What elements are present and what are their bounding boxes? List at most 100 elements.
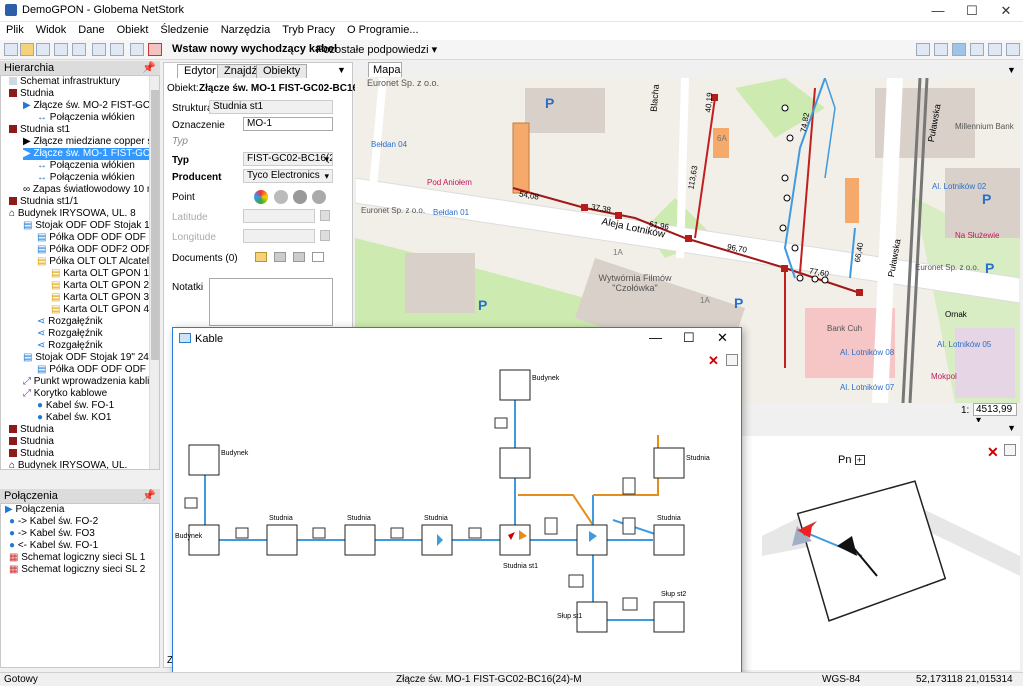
longitude-field[interactable] (243, 229, 315, 243)
locate-icon[interactable] (293, 190, 307, 204)
view1-icon[interactable] (916, 43, 930, 56)
tree-item-kabel-ko1[interactable]: ● Kabel św. KO1 (37, 412, 111, 424)
tree-item-rozgaleznik3[interactable]: ⋖ Rozgałęźnik (37, 340, 103, 352)
lower-view-dropdown-icon[interactable]: ▼ (1007, 423, 1016, 433)
poi-lotnikow-05[interactable]: Al. Lotników 05 (937, 340, 991, 349)
poi-beldan-01[interactable]: Bełdan 01 (433, 208, 469, 217)
menu-widok[interactable]: Widok (30, 22, 73, 38)
map-point-icon[interactable] (312, 190, 326, 204)
new-icon[interactable] (4, 43, 18, 56)
tree-item-polka3[interactable]: ▤ Półka ODF ODF ODF D (37, 364, 156, 376)
menu-sledzenie[interactable]: Śledzenie (154, 22, 214, 38)
doc-add-icon[interactable] (312, 252, 324, 262)
lower-preview-icon[interactable] (1004, 444, 1016, 456)
poi-lotnikow-07[interactable]: Al. Lotników 07 (840, 383, 894, 392)
poi-beldan-04[interactable]: Bełdan 04 (371, 140, 407, 149)
tree-item-karta1[interactable]: ▤ Karta OLT GPON 1 (51, 268, 149, 280)
view3-icon[interactable] (952, 43, 966, 56)
tree-item-karta4[interactable]: ▤ Karta OLT GPON 4 (51, 304, 149, 316)
insert-cable-button[interactable]: Wstaw nowy wychodzący kabel (172, 43, 337, 55)
tabs-dropdown-icon[interactable]: ▼ (337, 65, 346, 75)
poi-wytwornia[interactable]: Wytwórnia Filmów "Czołówka" (595, 273, 675, 293)
map-tabs-dropdown-icon[interactable]: ▼ (1007, 65, 1016, 75)
struktura-field[interactable]: Studnia st1 (209, 100, 333, 114)
kable-minimize-button[interactable]: — (649, 330, 662, 345)
tree-item-polka1[interactable]: ▤ Półka ODF ODF ODF D (37, 232, 156, 244)
tree-item-polaczenia-3[interactable]: ↔ Połączenia włókien (37, 172, 135, 184)
poi-lotnikow-02[interactable]: Al. Lotników 02 (932, 182, 986, 191)
poi-euronet-1[interactable]: Euronet Sp. z o.o. (367, 78, 439, 88)
doc-camera-icon[interactable] (293, 252, 305, 262)
tree-item-polaczenia[interactable]: ↔ Połączenia włókien (37, 112, 135, 124)
tab-edytor[interactable]: Edytor (177, 64, 223, 78)
kable-maximize-button[interactable]: ☐ (683, 330, 695, 346)
poi-lotnikow-08[interactable]: Al. Lotników 08 (840, 348, 894, 357)
conn-item-fo3[interactable]: ● -> Kabel św. FO3 (9, 528, 95, 540)
lower-close-icon[interactable]: ✕ (987, 444, 999, 461)
save-icon[interactable] (36, 43, 50, 56)
latitude-field[interactable] (243, 209, 315, 223)
print-icon[interactable] (110, 43, 124, 56)
tree-item-zlacze-mo2[interactable]: ▶ Złącze św. MO-2 FIST-GC0 (23, 100, 156, 112)
tree-item-stojak[interactable]: ▤ Stojak ODF ODF Stojak 19" (23, 220, 159, 232)
tree-item-zapas[interactable]: ∞ Zapas światłowodowy 10 m (23, 184, 155, 196)
tree-item-rozgaleznik1[interactable]: ⋖ Rozgałęźnik (37, 316, 103, 328)
hierarchy-scrollbar[interactable] (149, 76, 159, 469)
kable-close-button[interactable]: ✕ (717, 330, 728, 346)
poi-bank-cuh[interactable]: Bank Cuh (827, 324, 862, 333)
tree-item-studnia-b[interactable]: Studnia (9, 436, 54, 448)
tree-item-rozgaleznik2[interactable]: ⋖ Rozgałęźnik (37, 328, 103, 340)
hints-dropdown[interactable]: Pozostałe podpowiedzi ▾ (316, 43, 437, 56)
conn-item-fo1[interactable]: ● <- Kabel św. FO-1 (9, 540, 98, 552)
tree-item-polka-olt[interactable]: ▤ Półka OLT OLT Alcatel (37, 256, 149, 268)
conn-item-root[interactable]: ▶ Połączenia (5, 504, 64, 516)
copy-icon[interactable] (92, 43, 106, 56)
tab-obiekty[interactable]: Obiekty (256, 64, 308, 78)
tree-item-polka2[interactable]: ▤ Półka ODF ODF2 ODF (37, 244, 151, 256)
tree-item-studnia[interactable]: Studnia (9, 88, 54, 100)
conn-item-sl2[interactable]: ▦ Schemat logiczny sieci SL 2 (9, 564, 145, 576)
tree-item-zlacze-mo1[interactable]: ▶ Złącze św. MO-1 FIST-GC0 (23, 148, 159, 160)
tree-item-studnia-st1[interactable]: Studnia st1 (9, 124, 70, 136)
tree-item-studnia-c[interactable]: Studnia (9, 448, 54, 460)
menu-plik[interactable]: Plik (0, 22, 30, 38)
poi-pod-aniolem[interactable]: Pod Aniołem (427, 178, 472, 187)
poi-euronet-3[interactable]: Euronet Sp. z o.o. (915, 263, 979, 272)
open-icon[interactable] (20, 43, 34, 56)
minimize-button[interactable]: — (921, 0, 955, 22)
view4-icon[interactable] (970, 43, 984, 56)
menu-dane[interactable]: Dane (72, 22, 110, 38)
scale-select[interactable]: 4513,99 ▾ (973, 403, 1017, 426)
doc-open-icon[interactable] (255, 252, 267, 262)
view5-icon[interactable] (988, 43, 1002, 56)
tab-mapa[interactable]: Mapa (368, 62, 402, 77)
close-button[interactable]: ✕ (989, 0, 1023, 22)
poi-euronet-2[interactable]: Euronet Sp. z o.o. (361, 206, 425, 215)
layer-icon[interactable] (130, 43, 144, 56)
poi-mokpol[interactable]: Mokpol (931, 372, 957, 381)
tree-item-stojak2[interactable]: ▤ Stojak ODF Stojak 19" 24U (23, 352, 156, 364)
latitude-copy-icon[interactable] (320, 210, 330, 221)
typ-select[interactable]: FIST-GC02-BC16(24 (243, 152, 333, 166)
menu-narzedzia[interactable]: Narzędzia (215, 22, 277, 38)
notes-textarea[interactable] (209, 278, 333, 326)
oznaczenie-field[interactable]: MO-1 (243, 117, 333, 131)
tree-item-kabel-fo1[interactable]: ● Kabel św. FO-1 (37, 400, 114, 412)
tree-item-karta3[interactable]: ▤ Karta OLT GPON 3 (51, 292, 149, 304)
gps-icon[interactable] (274, 190, 288, 204)
view2-icon[interactable] (934, 43, 948, 56)
conn-item-sl1[interactable]: ▦ Schemat logiczny sieci SL 1 (9, 552, 145, 564)
tree-item-studnia-a[interactable]: Studnia (9, 424, 54, 436)
tree-item-budynek-2[interactable]: ⌂ Budynek IRYSOWA, UL. (9, 460, 127, 469)
tree-item-karta2[interactable]: ▤ Karta OLT GPON 2 (51, 280, 149, 292)
menu-o-programie[interactable]: O Programie... (341, 22, 425, 38)
export-icon[interactable] (72, 43, 86, 56)
menu-tryb-pracy[interactable]: Tryb Pracy (276, 22, 341, 38)
tree-item-korytko[interactable]: ⤢ Korytko kablowe (23, 388, 107, 400)
poi-millennium[interactable]: Millennium Bank (955, 122, 1014, 131)
conn-item-fo2[interactable]: ● -> Kabel św. FO-2 (9, 516, 98, 528)
tree-item-zlacze-miedziane[interactable]: ▶ Złącze miedziane copper st (23, 136, 155, 148)
tree-item-budynek[interactable]: ⌂ Budynek IRYSOWA, UL. 8 (9, 208, 136, 220)
longitude-copy-icon[interactable] (320, 230, 330, 241)
doc-scan-icon[interactable] (274, 252, 286, 262)
